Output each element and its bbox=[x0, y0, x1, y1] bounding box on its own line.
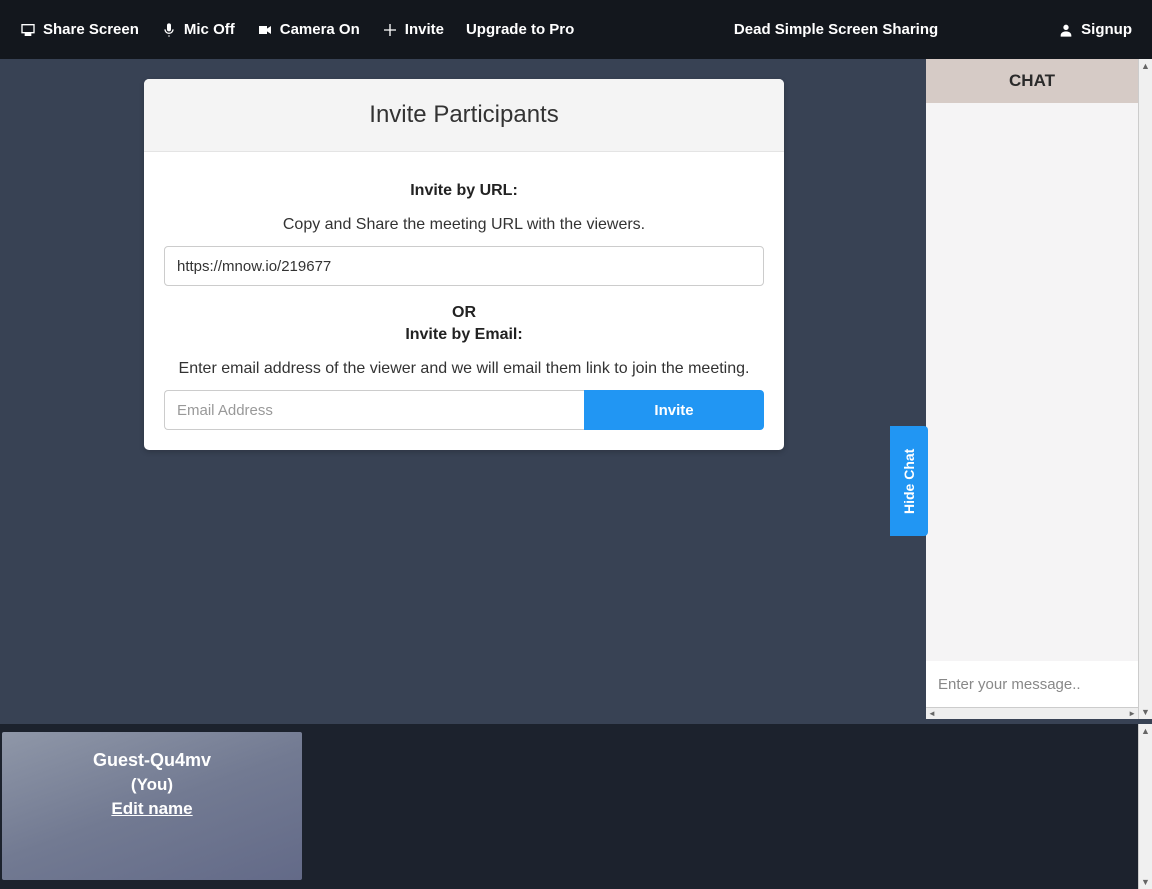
invite-button[interactable]: Invite bbox=[382, 21, 444, 38]
chat-header: CHAT bbox=[926, 59, 1138, 103]
participant-you-label: (You) bbox=[2, 775, 302, 795]
video-camera-icon bbox=[257, 22, 273, 38]
hide-chat-button[interactable]: Hide Chat bbox=[890, 426, 928, 536]
upgrade-link[interactable]: Upgrade to Pro bbox=[466, 21, 574, 38]
participant-name: Guest-Qu4mv bbox=[2, 750, 302, 771]
meeting-url-input[interactable] bbox=[164, 246, 764, 286]
invite-panel-header: Invite Participants bbox=[144, 79, 784, 152]
camera-on-label: Camera On bbox=[280, 21, 360, 38]
main-content: Invite Participants Invite by URL: Copy … bbox=[0, 59, 926, 724]
microphone-icon bbox=[161, 22, 177, 38]
participant-strip: Guest-Qu4mv (You) Edit name bbox=[0, 724, 1138, 889]
invite-label: Invite bbox=[405, 21, 444, 38]
participant-tile: Guest-Qu4mv (You) Edit name bbox=[2, 732, 302, 880]
upgrade-label: Upgrade to Pro bbox=[466, 21, 574, 38]
chat-horizontal-scrollbar[interactable] bbox=[926, 707, 1138, 719]
email-address-input[interactable] bbox=[164, 390, 584, 430]
brand-title: Dead Simple Screen Sharing bbox=[734, 21, 938, 38]
mic-off-label: Mic Off bbox=[184, 21, 235, 38]
signup-button[interactable]: Signup bbox=[1058, 21, 1132, 38]
plus-icon bbox=[382, 22, 398, 38]
invite-panel: Invite Participants Invite by URL: Copy … bbox=[144, 79, 784, 450]
share-screen-button[interactable]: Share Screen bbox=[20, 21, 139, 38]
vertical-scrollbar-upper[interactable] bbox=[1138, 59, 1152, 719]
chat-messages-area bbox=[926, 103, 1138, 661]
invite-panel-title: Invite Participants bbox=[144, 101, 784, 129]
invite-panel-body: Invite by URL: Copy and Share the meetin… bbox=[144, 152, 784, 450]
invite-email-label: Invite by Email: bbox=[164, 326, 764, 344]
monitor-icon bbox=[20, 22, 36, 38]
invite-submit-button[interactable]: Invite bbox=[584, 390, 764, 430]
top-toolbar: Share Screen Mic Off Camera On Invite Up… bbox=[0, 0, 1152, 59]
invite-email-instruction: Enter email address of the viewer and we… bbox=[164, 360, 764, 378]
invite-url-label: Invite by URL: bbox=[164, 182, 764, 200]
signup-label: Signup bbox=[1081, 21, 1132, 38]
or-divider: OR bbox=[164, 304, 764, 322]
email-invite-row: Invite bbox=[164, 390, 764, 430]
chat-message-input[interactable] bbox=[926, 661, 1138, 707]
vertical-scrollbar-lower[interactable] bbox=[1138, 724, 1152, 889]
invite-url-instruction: Copy and Share the meeting URL with the … bbox=[164, 216, 764, 234]
share-screen-label: Share Screen bbox=[43, 21, 139, 38]
user-icon bbox=[1058, 22, 1074, 38]
camera-on-button[interactable]: Camera On bbox=[257, 21, 360, 38]
edit-name-link[interactable]: Edit name bbox=[2, 799, 302, 819]
mic-off-button[interactable]: Mic Off bbox=[161, 21, 235, 38]
chat-sidebar: CHAT bbox=[926, 59, 1138, 719]
